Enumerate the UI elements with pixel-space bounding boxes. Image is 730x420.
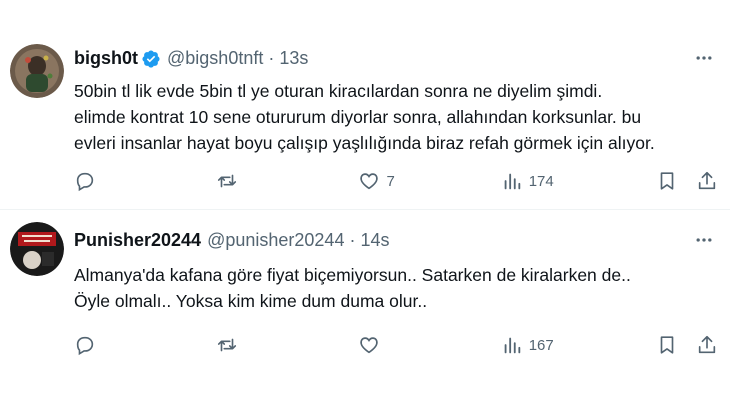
bookmark-button[interactable] xyxy=(656,170,678,192)
display-name[interactable]: Punisher20244 xyxy=(74,230,201,251)
views-button[interactable]: 174 xyxy=(501,170,554,192)
tweet[interactable]: bigsh0t @bigsh0tnft · 13s 50bin tl lik e… xyxy=(0,0,730,210)
verified-badge-icon xyxy=(141,49,161,69)
separator-dot: · xyxy=(349,230,356,250)
views-count: 167 xyxy=(528,336,554,354)
action-bar: 7 174 xyxy=(74,170,718,192)
bookmark-icon xyxy=(660,336,674,354)
tweet[interactable]: Punisher20244 @punisher20244 · 14s Alman… xyxy=(0,210,730,420)
bookmark-share-group xyxy=(656,334,718,356)
share-icon xyxy=(698,171,716,190)
retweet-button[interactable] xyxy=(216,170,256,192)
retweet-icon xyxy=(218,338,237,352)
bookmark-share-group xyxy=(656,170,718,192)
like-icon xyxy=(360,337,379,354)
like-icon xyxy=(360,173,379,190)
avatar[interactable] xyxy=(10,44,64,98)
display-name[interactable]: bigsh0t xyxy=(74,48,138,69)
timestamp[interactable]: 14s xyxy=(360,230,389,251)
views-button[interactable]: 167 xyxy=(501,334,554,356)
reply-button[interactable] xyxy=(74,170,114,192)
views-icon xyxy=(504,173,520,190)
bookmark-button[interactable] xyxy=(656,334,678,356)
share-icon xyxy=(698,335,716,354)
user-handle[interactable]: @bigsh0tnft xyxy=(167,48,263,69)
reply-icon xyxy=(76,172,94,192)
separator-dot: · xyxy=(268,48,275,68)
retweet-button[interactable] xyxy=(216,334,256,356)
more-icon[interactable] xyxy=(692,230,716,250)
views-icon xyxy=(504,337,520,354)
timestamp[interactable]: 13s xyxy=(279,48,308,69)
more-icon[interactable] xyxy=(692,48,716,68)
share-button[interactable] xyxy=(696,170,718,192)
like-button[interactable] xyxy=(358,334,398,356)
retweet-icon xyxy=(218,174,237,188)
like-count: 7 xyxy=(386,172,395,190)
tweet-text: Almanya'da kafana göre fiyat biçemiyorsu… xyxy=(74,265,631,311)
tweet-header: Punisher20244 @punisher20244 · 14s xyxy=(74,230,389,251)
tweet-header: bigsh0t @bigsh0tnft · 13s xyxy=(74,48,308,69)
views-count: 174 xyxy=(528,172,554,190)
reply-button[interactable] xyxy=(74,334,114,356)
action-bar: 167 xyxy=(74,334,718,356)
tweet-text: 50bin tl lik evde 5bin tl ye oturan kira… xyxy=(74,81,655,153)
reply-icon xyxy=(76,336,94,356)
bookmark-icon xyxy=(660,172,674,190)
like-button[interactable]: 7 xyxy=(358,170,398,192)
avatar[interactable] xyxy=(10,222,64,276)
user-handle[interactable]: @punisher20244 xyxy=(207,230,344,251)
share-button[interactable] xyxy=(696,334,718,356)
